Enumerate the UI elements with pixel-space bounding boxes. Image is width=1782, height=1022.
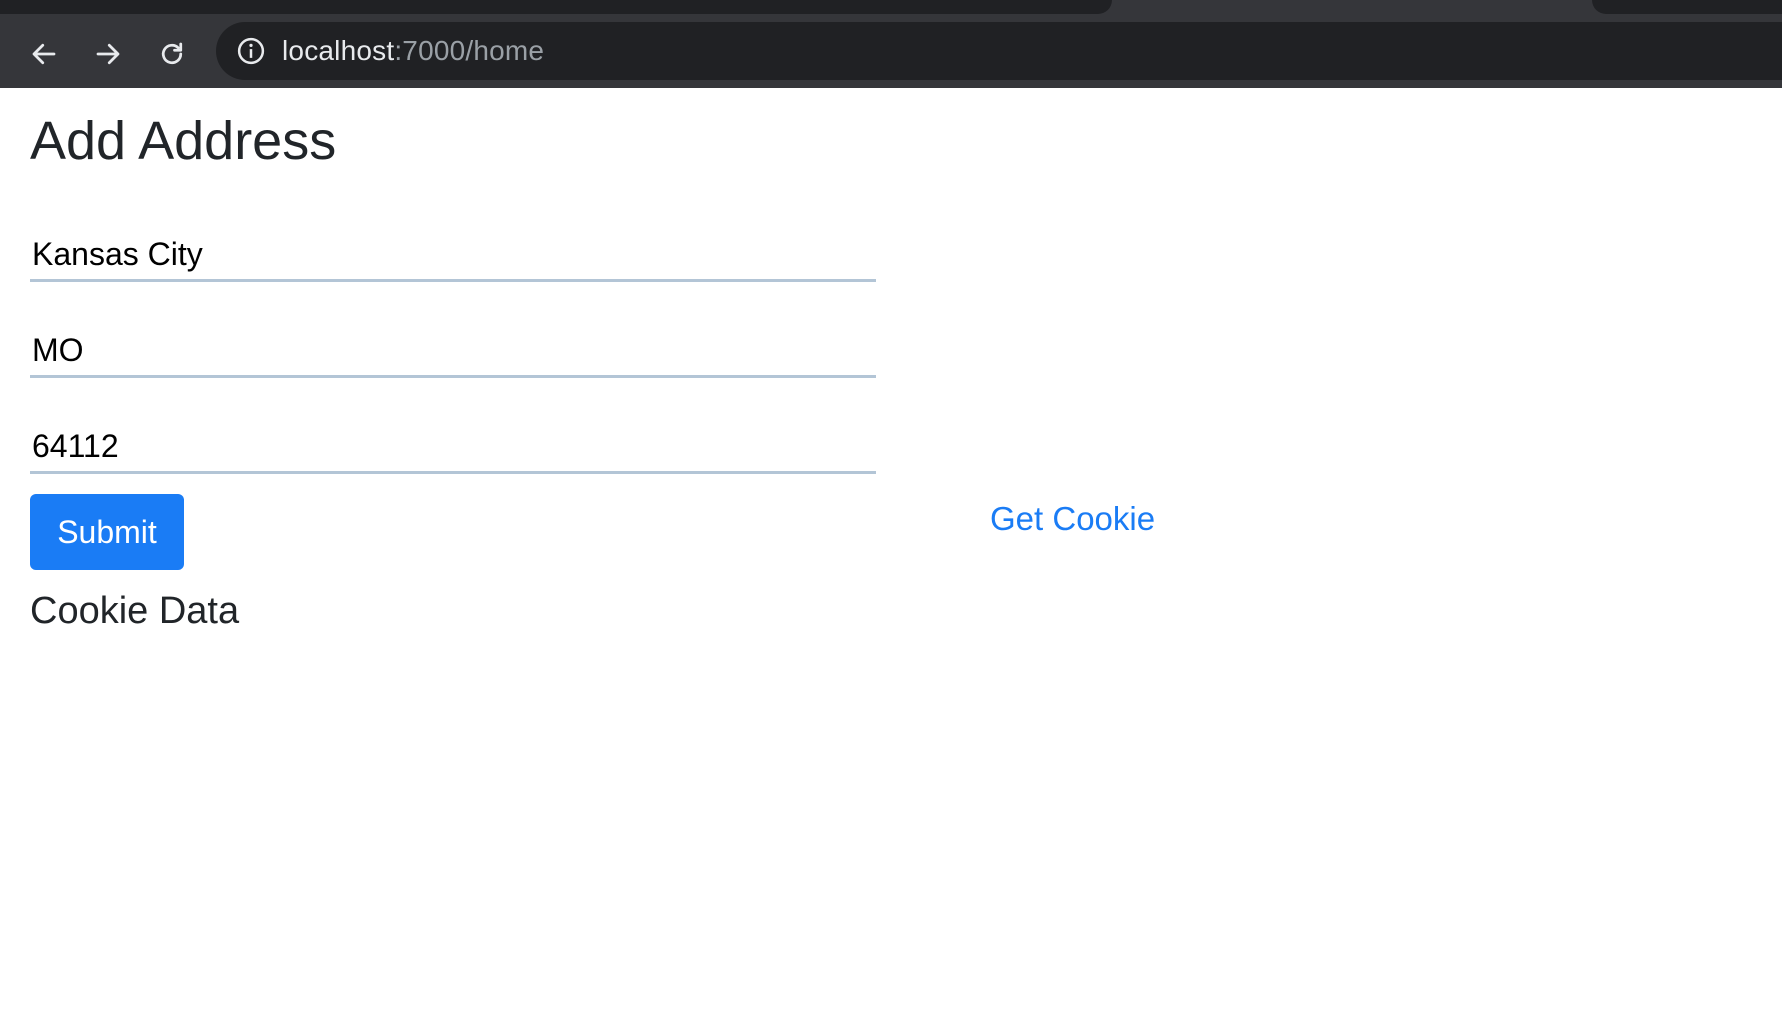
url-text[interactable]: localhost:7000/home	[282, 35, 544, 67]
page-title: Add Address	[30, 111, 337, 171]
zip-input[interactable]	[30, 422, 876, 474]
tab-strip	[0, 0, 1782, 22]
forward-button[interactable]	[88, 34, 128, 74]
forward-arrow-icon	[96, 43, 120, 65]
browser-toolbar: localhost:7000/home	[0, 22, 1782, 88]
city-input[interactable]	[30, 230, 876, 282]
submit-button[interactable]: Submit	[30, 494, 184, 570]
reload-icon	[161, 42, 183, 65]
url-host: localhost	[282, 35, 395, 66]
cookie-data-heading: Cookie Data	[30, 590, 240, 632]
page-content: Add Address Submit Get Cookie Cookie Dat…	[0, 88, 1782, 1022]
get-cookie-link[interactable]: Get Cookie	[990, 500, 1155, 538]
tab-left[interactable]	[0, 0, 1112, 14]
address-bar[interactable]: localhost:7000/home	[216, 22, 1782, 80]
back-arrow-icon	[32, 43, 56, 65]
reload-button[interactable]	[152, 34, 192, 74]
back-button[interactable]	[24, 34, 64, 74]
info-icon[interactable]	[236, 36, 266, 66]
url-path: :7000/home	[394, 35, 545, 66]
tab-right[interactable]	[1592, 0, 1782, 14]
state-input[interactable]	[30, 326, 876, 378]
